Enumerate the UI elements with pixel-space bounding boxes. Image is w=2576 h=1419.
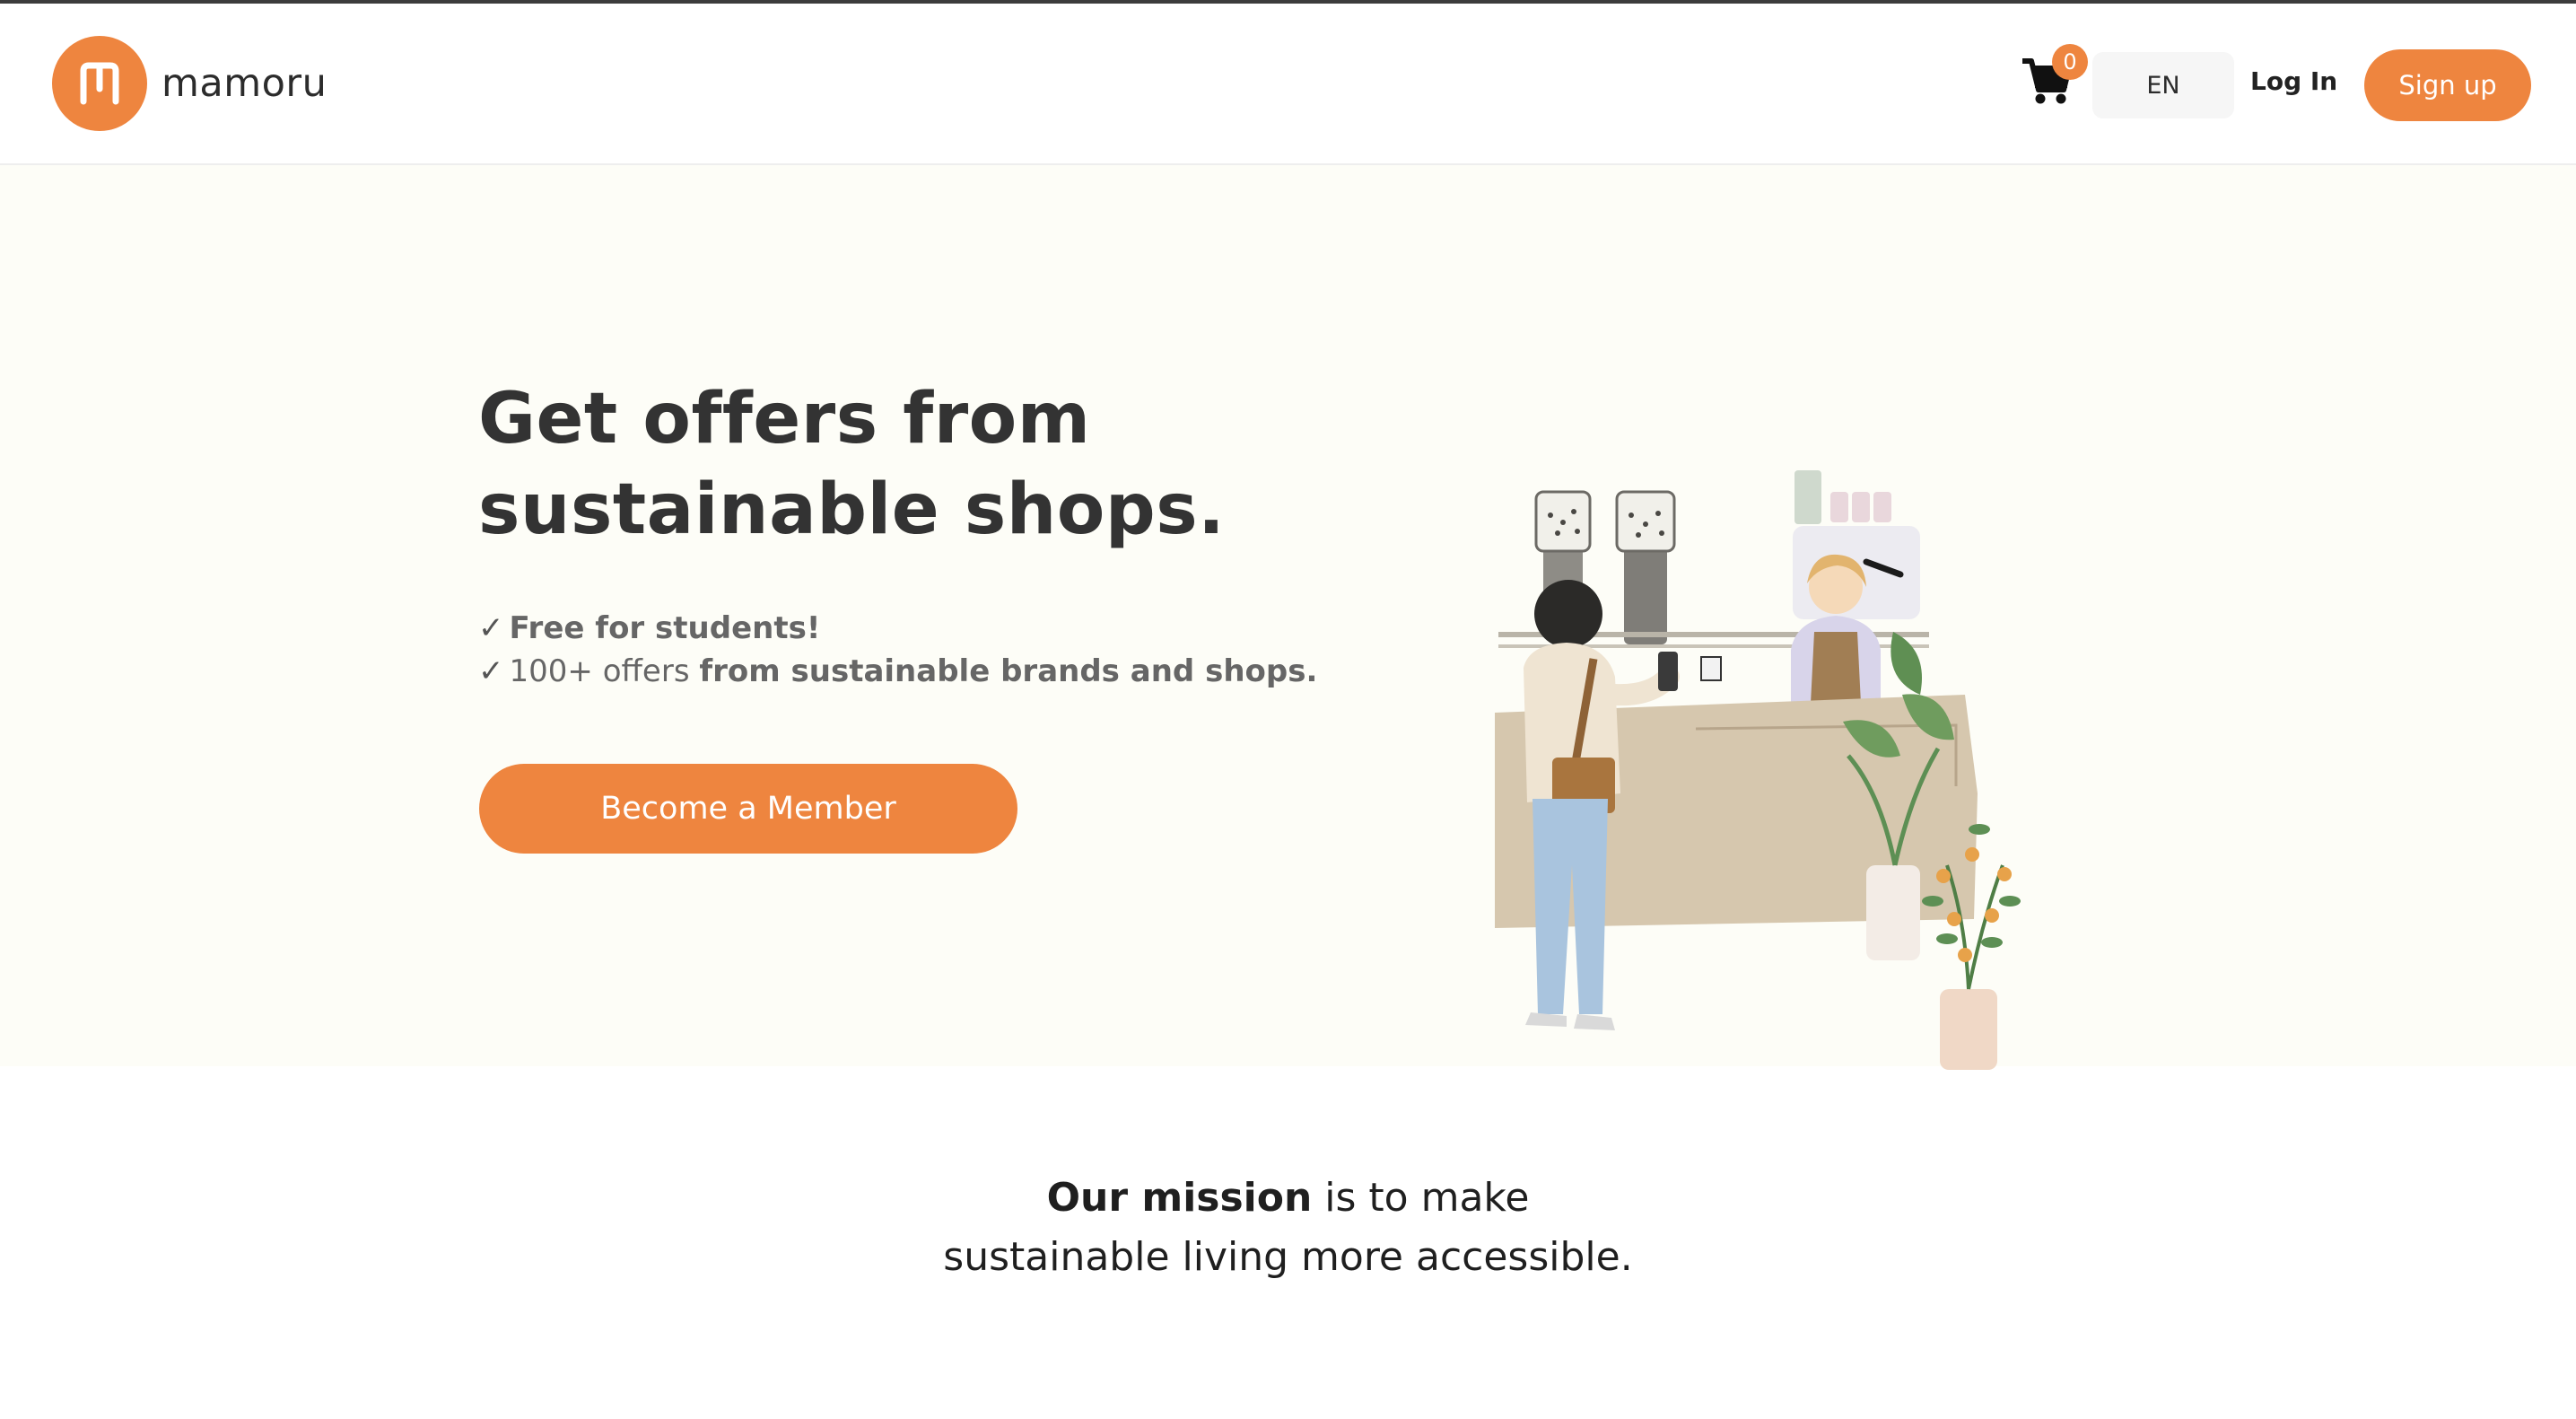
pot-left <box>1866 865 1920 960</box>
mission-line-1: Our mission is to make <box>0 1169 2576 1228</box>
pot-right <box>1940 989 1997 1070</box>
checkmark-icon: ✓ <box>478 610 504 646</box>
brand-logo[interactable]: mamoru <box>52 36 327 131</box>
login-button[interactable]: Log In <box>2250 66 2337 96</box>
hero-section: Get offers from sustainable shops. ✓ Free… <box>0 165 2576 1070</box>
cart-count-badge: 0 <box>2052 44 2088 80</box>
customer-head <box>1534 580 1602 648</box>
benefit-text-bold: from sustainable brands and shops. <box>699 653 1318 689</box>
become-member-button[interactable]: Become a Member <box>479 764 1017 854</box>
shop-counter-illustration <box>1495 470 2021 1070</box>
logo-m-icon <box>52 36 147 131</box>
hero-title-line-1: Get offers from <box>478 379 1091 460</box>
mission-text-1: is to make <box>1312 1175 1530 1221</box>
benefit-text-bold: Free for students! <box>509 610 821 646</box>
site-header: mamoru 0 EN Log In Sign up <box>0 4 2576 165</box>
brand-name: mamoru <box>162 61 327 106</box>
hero-title-line-2: sustainable shops. <box>478 469 1226 550</box>
checkmark-icon: ✓ <box>478 653 504 689</box>
signup-button[interactable]: Sign up <box>2364 49 2531 121</box>
phone <box>1658 652 1678 691</box>
mission-statement: Our mission is to make sustainable livin… <box>0 1169 2576 1287</box>
mission-bold: Our mission <box>1046 1175 1313 1221</box>
mission-line-2: sustainable living more accessible. <box>943 1234 1633 1280</box>
language-selector[interactable]: EN <box>2092 52 2234 118</box>
benefits-list: ✓ Free for students! ✓ 100+ offers from su… <box>478 607 1317 693</box>
benefit-text: 100+ offers <box>509 653 690 689</box>
hero-title: Get offers from sustainable shops. <box>478 374 1286 556</box>
benefit-item: ✓ 100+ offers from sustainable brands and… <box>478 650 1317 693</box>
benefit-item: ✓ Free for students! <box>478 607 1317 650</box>
